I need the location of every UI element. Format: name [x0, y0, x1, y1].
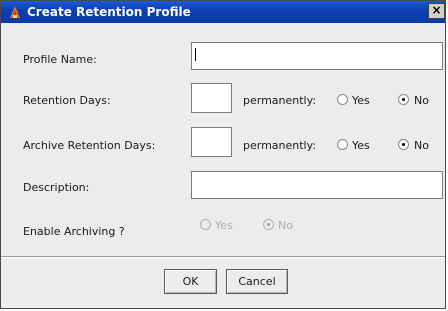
retention-permanently-label: permanently:	[243, 94, 317, 107]
create-retention-profile-dialog: Create Retention Profile × Profile Name:…	[0, 0, 446, 309]
enable-archiving-label: Enable Archiving ?	[23, 225, 125, 238]
archive-retention-days-input[interactable]	[191, 127, 232, 157]
ok-button[interactable]: OK	[164, 269, 217, 294]
cancel-button[interactable]: Cancel	[226, 269, 288, 294]
archive-no-radio[interactable]	[398, 139, 409, 150]
retention-yes-label[interactable]: Yes	[352, 94, 370, 107]
archive-permanently-label: permanently:	[243, 139, 317, 152]
close-button[interactable]: ×	[428, 3, 445, 19]
close-icon: ×	[431, 3, 442, 17]
retention-no-radio[interactable]	[398, 94, 409, 105]
text-caret	[195, 48, 196, 61]
retention-yes-radio[interactable]	[337, 94, 348, 105]
profile-name-label: Profile Name:	[23, 53, 97, 66]
archive-yes-radio[interactable]	[337, 139, 348, 150]
dialog-title: Create Retention Profile	[27, 5, 191, 19]
retention-days-label: Retention Days:	[23, 94, 111, 107]
retention-days-input[interactable]	[191, 83, 232, 113]
enable-archiving-no-label: No	[278, 219, 293, 232]
app-icon	[7, 4, 23, 20]
enable-archiving-no-radio	[263, 219, 274, 230]
enable-archiving-yes-radio	[200, 219, 211, 230]
description-label: Description:	[23, 181, 90, 194]
profile-name-input[interactable]	[191, 42, 443, 70]
description-input[interactable]	[191, 171, 443, 199]
retention-no-label[interactable]: No	[414, 94, 429, 107]
enable-archiving-yes-label: Yes	[215, 219, 233, 232]
archive-no-label[interactable]: No	[414, 139, 429, 152]
archive-retention-days-label: Archive Retention Days:	[23, 139, 156, 152]
archive-yes-label[interactable]: Yes	[352, 139, 370, 152]
footer-divider-highlight	[1, 257, 445, 258]
title-bar[interactable]: Create Retention Profile ×	[1, 1, 445, 23]
